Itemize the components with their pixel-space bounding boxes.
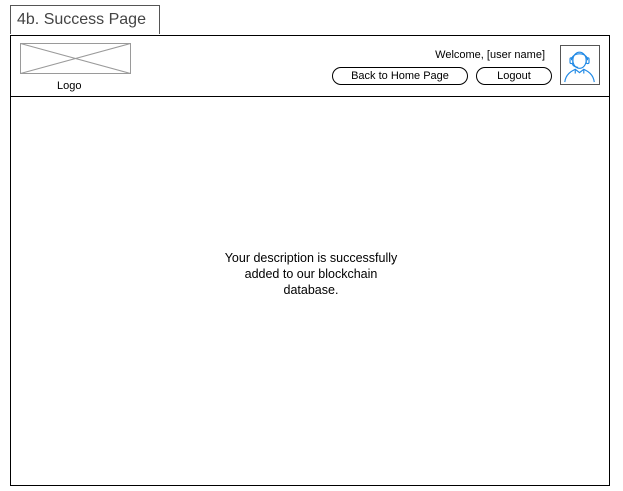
page-tab-title: 4b. Success Page xyxy=(10,5,160,34)
user-avatar[interactable] xyxy=(560,45,600,85)
logout-button[interactable]: Logout xyxy=(476,67,552,85)
success-message-line: database. xyxy=(283,283,339,297)
success-message-line: added to our blockchain xyxy=(244,267,378,281)
wireframe-page: Logo Welcome, [user name] Back to Home P… xyxy=(10,35,610,486)
header-bar: Logo Welcome, [user name] Back to Home P… xyxy=(11,36,609,97)
logo-placeholder-image xyxy=(20,43,131,74)
success-message-line: Your description is successfully xyxy=(224,251,398,265)
welcome-text: Welcome, [user name] xyxy=(435,49,545,61)
success-message: Your description is successfully added t… xyxy=(181,250,441,298)
logo-label: Logo xyxy=(57,80,82,92)
user-avatar-icon xyxy=(564,51,595,83)
back-to-home-button[interactable]: Back to Home Page xyxy=(332,67,468,85)
